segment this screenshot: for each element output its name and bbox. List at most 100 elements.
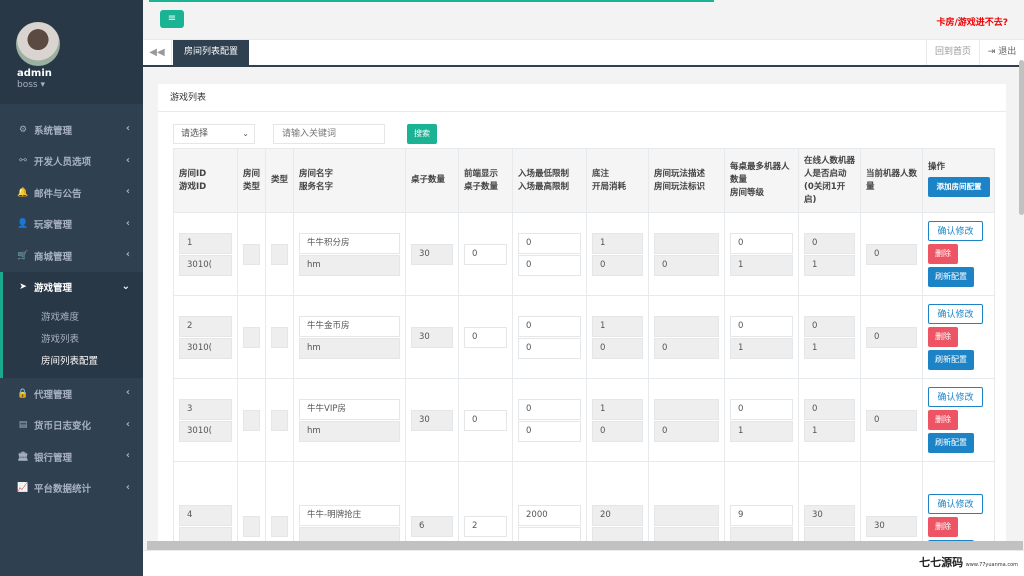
room-name-input[interactable]: 牛牛金币房 bbox=[299, 315, 400, 337]
sidebar-item-agents[interactable]: 🔒 代理管理 ‹ bbox=[0, 378, 143, 410]
confirm-edit-button[interactable]: 确认修改 bbox=[928, 221, 983, 241]
delete-button[interactable]: 删除 bbox=[928, 410, 958, 430]
entry-min-input[interactable]: 0 bbox=[518, 232, 581, 254]
play-mark-field[interactable]: 0 bbox=[654, 254, 719, 276]
room-name-input[interactable]: 牛牛VIP房 bbox=[299, 398, 400, 420]
tab-room-config[interactable]: 房间列表配置 bbox=[173, 40, 249, 65]
robot-enabled-field[interactable]: 1 bbox=[804, 420, 855, 442]
room-type-field[interactable] bbox=[243, 326, 260, 348]
front-tables-input[interactable]: 0 bbox=[464, 326, 507, 348]
sidebar-item-games[interactable]: ➤ 游戏管理 ⌄ bbox=[0, 271, 143, 303]
front-tables-input[interactable]: 2 bbox=[464, 516, 507, 537]
submenu-item-room-config[interactable]: 房间列表配置 bbox=[41, 351, 143, 373]
refresh-config-button[interactable]: 刷新配置 bbox=[928, 433, 974, 453]
entry-min-input[interactable]: 0 bbox=[518, 315, 581, 337]
robot-enabled-field[interactable]: 1 bbox=[804, 254, 855, 276]
table-count-field[interactable]: 30 bbox=[411, 326, 453, 348]
entry-max-input[interactable]: 0 bbox=[518, 254, 581, 276]
room-id-field[interactable]: 1 bbox=[179, 232, 232, 254]
delete-button[interactable]: 删除 bbox=[928, 516, 958, 537]
type-field[interactable] bbox=[271, 326, 288, 348]
play-desc-field[interactable] bbox=[654, 232, 719, 254]
server-name-field[interactable]: hm bbox=[299, 337, 400, 359]
start-cost-field[interactable]: 0 bbox=[592, 254, 643, 276]
table-count-field[interactable]: 6 bbox=[411, 516, 453, 537]
room-level-field[interactable]: 1 bbox=[730, 420, 793, 442]
max-robots-input[interactable]: 9 bbox=[730, 505, 793, 526]
sidebar-item-mail[interactable]: 🔔 邮件与公告 ‹ bbox=[0, 177, 143, 209]
current-robots-field[interactable]: 0 bbox=[866, 326, 917, 348]
current-robots-field[interactable]: 0 bbox=[866, 243, 917, 265]
delete-button[interactable]: 删除 bbox=[928, 327, 958, 347]
refresh-config-button[interactable]: 刷新配置 bbox=[928, 350, 974, 370]
entry-min-input[interactable]: 2000 bbox=[518, 505, 581, 526]
current-robots-field[interactable]: 0 bbox=[866, 409, 917, 431]
type-field[interactable] bbox=[271, 409, 288, 431]
sidebar-item-bank[interactable]: 🏛 银行管理 ‹ bbox=[0, 441, 143, 473]
confirm-edit-button[interactable]: 确认修改 bbox=[928, 304, 983, 324]
table-count-field[interactable]: 30 bbox=[411, 243, 453, 265]
robot-enabled-field[interactable]: 1 bbox=[804, 337, 855, 359]
sidebar-item-currency-log[interactable]: ▤ 货币日志变化 ‹ bbox=[0, 410, 143, 442]
room-id-field[interactable]: 4 bbox=[179, 505, 232, 526]
online-count-field[interactable]: 0 bbox=[804, 398, 855, 420]
base-bet-field[interactable]: 1 bbox=[592, 398, 643, 420]
sidebar-item-players[interactable]: 👤 玩家管理 ‹ bbox=[0, 209, 143, 241]
room-id-field[interactable]: 2 bbox=[179, 315, 232, 337]
online-count-field[interactable]: 0 bbox=[804, 315, 855, 337]
play-desc-field[interactable] bbox=[654, 315, 719, 337]
play-mark-field[interactable]: 0 bbox=[654, 420, 719, 442]
game-id-field[interactable]: 3010( bbox=[179, 337, 232, 359]
room-issue-link[interactable]: 卡房/游戏进不去? bbox=[936, 15, 1008, 28]
room-name-input[interactable]: 牛牛-明牌抢庄 bbox=[299, 505, 400, 526]
entry-min-input[interactable]: 0 bbox=[518, 398, 581, 420]
base-bet-field[interactable]: 1 bbox=[592, 315, 643, 337]
confirm-edit-button[interactable]: 确认修改 bbox=[928, 387, 983, 407]
base-bet-field[interactable]: 1 bbox=[592, 232, 643, 254]
max-robots-input[interactable]: 0 bbox=[730, 232, 793, 254]
game-id-field[interactable]: 3010( bbox=[179, 420, 232, 442]
room-type-field[interactable] bbox=[243, 243, 260, 265]
keyword-input[interactable] bbox=[273, 124, 385, 144]
submenu-item-game-list[interactable]: 游戏列表 bbox=[41, 329, 143, 351]
table-count-field[interactable]: 30 bbox=[411, 409, 453, 431]
filter-select[interactable]: 请选择 ⌄ bbox=[173, 124, 255, 144]
base-bet-field[interactable]: 20 bbox=[592, 505, 643, 526]
home-button[interactable]: 回到首页 bbox=[925, 40, 979, 65]
play-mark-field[interactable]: 0 bbox=[654, 337, 719, 359]
server-name-field[interactable]: hm bbox=[299, 254, 400, 276]
front-tables-input[interactable]: 0 bbox=[464, 409, 507, 431]
avatar[interactable] bbox=[16, 22, 60, 66]
room-level-field[interactable]: 1 bbox=[730, 254, 793, 276]
room-level-field[interactable]: 1 bbox=[730, 337, 793, 359]
entry-max-input[interactable]: 0 bbox=[518, 420, 581, 442]
room-id-field[interactable]: 3 bbox=[179, 398, 232, 420]
search-button[interactable]: 搜索 bbox=[407, 124, 437, 144]
sidebar-item-developer[interactable]: ⚯ 开发人员选项 ‹ bbox=[0, 146, 143, 178]
horizontal-scrollbar[interactable] bbox=[147, 541, 1023, 550]
max-robots-input[interactable]: 0 bbox=[730, 315, 793, 337]
user-role-dropdown[interactable]: boss ▾ bbox=[17, 80, 45, 90]
tab-scroll-left-icon[interactable]: ◀◀ bbox=[143, 40, 172, 65]
menu-toggle-button[interactable]: ≡ bbox=[160, 10, 184, 28]
sidebar-item-system[interactable]: ⚙ 系统管理 ‹ bbox=[0, 114, 143, 146]
online-count-field[interactable]: 0 bbox=[804, 232, 855, 254]
type-field[interactable] bbox=[271, 516, 288, 537]
play-desc-field[interactable] bbox=[654, 505, 719, 526]
logout-button[interactable]: ⇥ 退出 bbox=[979, 40, 1024, 65]
add-room-config-button[interactable]: 添加房间配置 bbox=[928, 177, 990, 197]
confirm-edit-button[interactable]: 确认修改 bbox=[928, 493, 983, 514]
current-robots-field[interactable]: 30 bbox=[866, 516, 917, 537]
type-field[interactable] bbox=[271, 243, 288, 265]
online-count-field[interactable]: 30 bbox=[804, 505, 855, 526]
play-desc-field[interactable] bbox=[654, 398, 719, 420]
entry-max-input[interactable]: 0 bbox=[518, 337, 581, 359]
vertical-scrollbar[interactable] bbox=[1019, 60, 1024, 215]
room-type-field[interactable] bbox=[243, 516, 260, 537]
submenu-item-difficulty[interactable]: 游戏难度 bbox=[41, 307, 143, 329]
game-id-field[interactable]: 3010( bbox=[179, 254, 232, 276]
front-tables-input[interactable]: 0 bbox=[464, 243, 507, 265]
room-type-field[interactable] bbox=[243, 409, 260, 431]
max-robots-input[interactable]: 0 bbox=[730, 398, 793, 420]
server-name-field[interactable]: hm bbox=[299, 420, 400, 442]
